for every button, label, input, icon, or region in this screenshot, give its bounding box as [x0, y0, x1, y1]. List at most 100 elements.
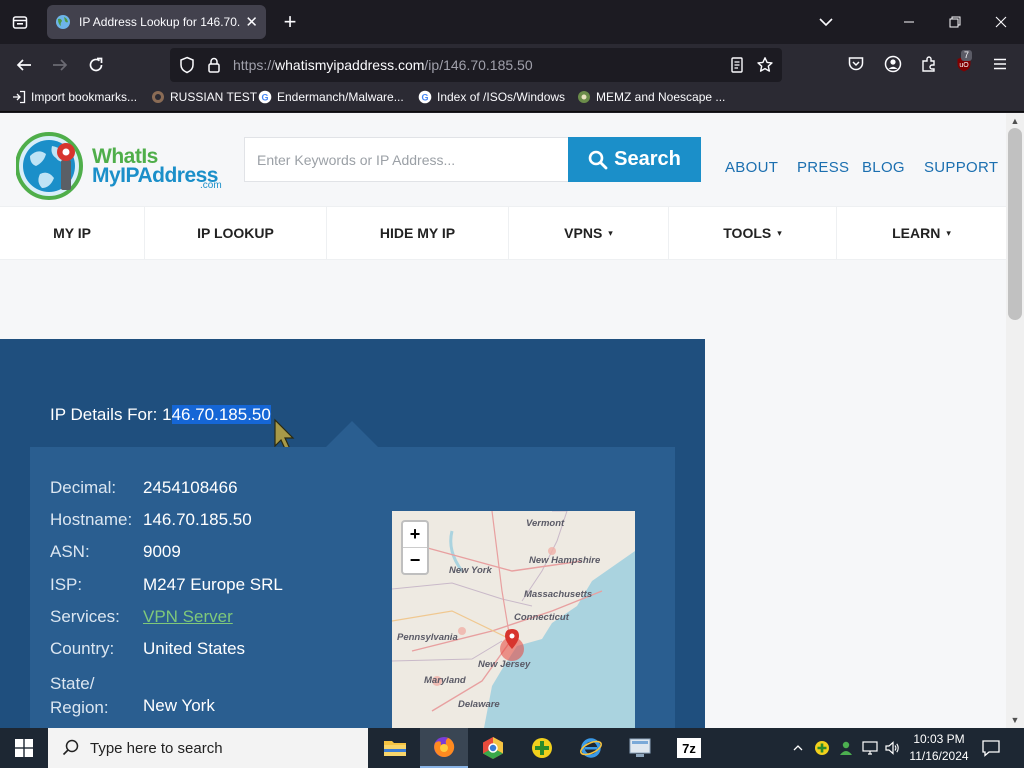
- green-plus-app[interactable]: [518, 728, 566, 768]
- nav-ip-lookup[interactable]: IP LOOKUP: [145, 207, 327, 259]
- windows-taskbar: Type here to search 7z 10:03 PM 11/16/20…: [0, 728, 1024, 768]
- tray-plus-app[interactable]: [812, 738, 832, 758]
- selected-ip-text[interactable]: 46.70.185.50: [171, 405, 271, 424]
- start-button[interactable]: [0, 728, 48, 768]
- minimize-icon: [904, 21, 914, 23]
- reader-view-icon[interactable]: [728, 56, 746, 74]
- close-tab-icon[interactable]: ✕: [245, 15, 258, 30]
- person-icon: [840, 741, 852, 755]
- url-text[interactable]: https://whatismyipaddress.com/ip/146.70.…: [233, 57, 533, 73]
- nav-learn[interactable]: LEARN ▾: [837, 207, 1006, 259]
- page-viewport: WhatIs MyIPAddress .com Search ABOUT PRE…: [0, 113, 1006, 728]
- 7zip-app[interactable]: 7z: [665, 728, 713, 768]
- reload-icon: [89, 57, 103, 72]
- arrow-left-icon: [16, 59, 31, 71]
- site-search-button[interactable]: Search: [568, 137, 701, 182]
- scroll-up-icon[interactable]: ▲: [1008, 115, 1022, 127]
- top-link-about[interactable]: ABOUT: [725, 159, 778, 176]
- bookmark-label: Endermanch/Malware...: [277, 90, 404, 104]
- svg-text:G: G: [261, 93, 268, 103]
- top-link-press[interactable]: PRESS: [797, 159, 849, 176]
- close-window-button[interactable]: [986, 8, 1016, 36]
- nav-label: LEARN: [892, 225, 941, 241]
- extensions-button[interactable]: [918, 53, 940, 75]
- site-favicon-icon: [578, 91, 590, 103]
- label-hostname: Hostname:: [50, 510, 133, 529]
- file-explorer-app[interactable]: [371, 728, 419, 768]
- firefox-app[interactable]: [420, 728, 468, 768]
- bookmark-memz[interactable]: MEMZ and Noescape ...: [577, 90, 725, 104]
- reload-button[interactable]: [84, 53, 108, 77]
- hexagon-app-icon: [483, 737, 503, 759]
- forward-button[interactable]: [48, 53, 72, 77]
- ip-details-heading: IP Details For: 146.70.185.50: [50, 405, 271, 425]
- shield-icon[interactable]: [178, 56, 196, 74]
- list-all-tabs-button[interactable]: [814, 10, 838, 34]
- back-button[interactable]: [12, 53, 36, 77]
- google-icon: G: [258, 90, 272, 104]
- scrollbar-thumb[interactable]: [1008, 128, 1022, 320]
- firefox-icon: [434, 736, 455, 757]
- sidebar-area: [705, 339, 1006, 728]
- arrow-right-icon: [53, 59, 68, 71]
- zoom-out-button[interactable]: −: [403, 547, 427, 572]
- system-clock[interactable]: 10:03 PM 11/16/2024: [905, 731, 973, 765]
- minimize-button[interactable]: [894, 8, 924, 36]
- label-country: Country:: [50, 639, 115, 658]
- notification-icon[interactable]: [980, 737, 1002, 759]
- chromium-app[interactable]: [469, 728, 517, 768]
- nav-my-ip[interactable]: MY IP: [0, 207, 145, 259]
- app-menu-button[interactable]: [989, 53, 1011, 75]
- bookmark-star-icon[interactable]: [756, 56, 774, 74]
- show-hidden-icons-button[interactable]: [788, 738, 808, 758]
- chevron-up-icon: [793, 745, 803, 751]
- map-label-delaware: Delaware: [458, 699, 500, 710]
- control-panel-app[interactable]: [616, 728, 664, 768]
- tab-active[interactable]: IP Address Lookup for 146.70.185.50 ✕: [47, 5, 266, 39]
- pocket-button[interactable]: [845, 53, 867, 75]
- ad-space: [0, 260, 1006, 339]
- restore-button[interactable]: [940, 8, 970, 36]
- url-domain: whatismyipaddress.com: [275, 57, 425, 73]
- volume-control[interactable]: [882, 738, 902, 758]
- taskbar-search-box[interactable]: Type here to search: [48, 728, 368, 768]
- tray-user-app[interactable]: [836, 738, 856, 758]
- map-label-new-jersey: New Jersey: [478, 659, 531, 670]
- nav-tools[interactable]: TOOLS ▾: [669, 207, 837, 259]
- folder-icon: [384, 741, 406, 756]
- bookmark-endermanch[interactable]: G Endermanch/Malware...: [258, 90, 404, 104]
- site-header: WhatIs MyIPAddress .com Search ABOUT PRE…: [0, 113, 1006, 206]
- main-navigation: MY IP IP LOOKUP HIDE MY IP VPNS ▾ TOOLS ▾ …: [0, 206, 1006, 260]
- pocket-icon: [848, 57, 864, 71]
- svg-text:7z: 7z: [682, 741, 696, 756]
- caret-down-icon: ▾: [946, 227, 951, 238]
- bookmark-label: MEMZ and Noescape ...: [596, 90, 726, 104]
- link-vpn-server[interactable]: VPN Server: [143, 607, 233, 627]
- new-tab-button[interactable]: +: [278, 8, 302, 36]
- search-button-label: Search: [614, 148, 681, 170]
- zoom-in-button[interactable]: +: [403, 522, 427, 547]
- internet-explorer-app[interactable]: [567, 728, 615, 768]
- site-search-input[interactable]: [244, 137, 570, 182]
- lock-icon[interactable]: [205, 56, 223, 74]
- nav-label: HIDE MY IP: [379, 225, 456, 241]
- tab-list-button[interactable]: [6, 8, 34, 36]
- nav-vpns[interactable]: VPNS ▾: [509, 207, 669, 259]
- account-icon: [884, 55, 902, 73]
- plus-circle-icon: [532, 738, 552, 758]
- bookmark-import[interactable]: Import bookmarks...: [12, 90, 137, 104]
- extension-badge-count: 7: [961, 50, 973, 61]
- bookmark-index-isos[interactable]: G Index of /ISOs/Windows: [418, 90, 565, 104]
- 7zip-icon: 7z: [677, 738, 701, 758]
- network-status[interactable]: [860, 738, 880, 758]
- bookmark-russian-test[interactable]: RUSSIAN TEST: [151, 90, 257, 104]
- computer-window-icon: [629, 738, 651, 757]
- nav-hide-my-ip[interactable]: HIDE MY IP: [327, 207, 509, 259]
- caret-down-icon: ▾: [777, 227, 782, 238]
- top-link-support[interactable]: SUPPORT: [924, 159, 998, 176]
- scroll-down-icon[interactable]: ▼: [1008, 714, 1022, 726]
- account-button[interactable]: [882, 53, 904, 75]
- card-notch: [325, 421, 379, 448]
- site-favicon-icon: [152, 91, 164, 103]
- top-link-blog[interactable]: BLOG: [862, 159, 905, 176]
